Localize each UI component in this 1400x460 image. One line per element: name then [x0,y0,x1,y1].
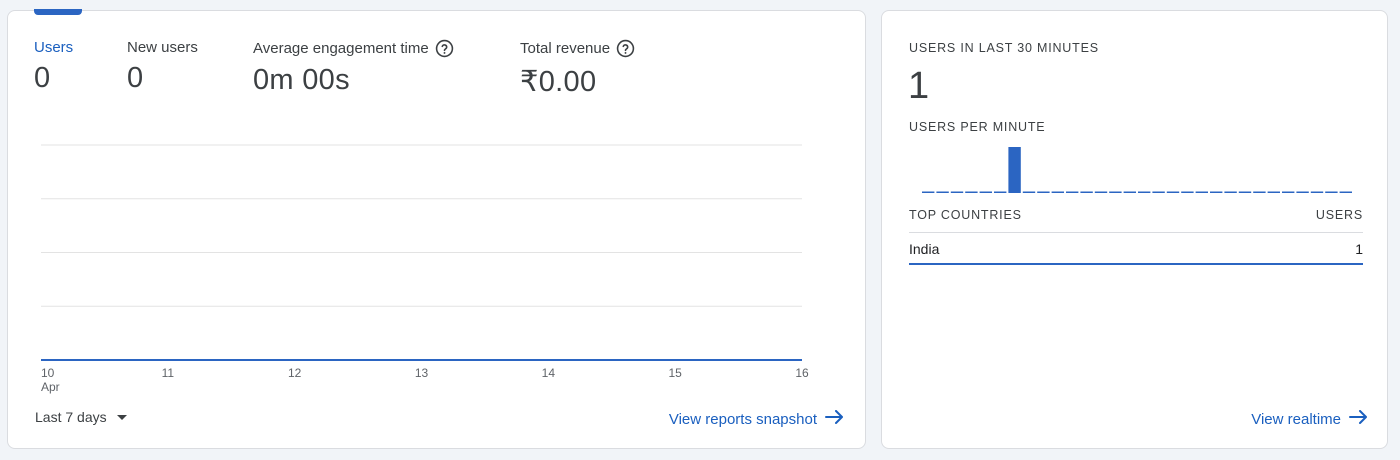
arrow-right-icon [1349,410,1369,428]
help-circle-icon[interactable] [435,39,454,58]
minute-bar[interactable] [1152,191,1165,194]
minute-bar[interactable] [1123,191,1136,194]
minute-bar[interactable] [1210,191,1223,194]
minute-bar[interactable] [936,191,949,194]
minute-bar[interactable] [1296,191,1309,194]
minute-bar[interactable] [994,191,1007,194]
minute-bar[interactable] [1051,191,1064,194]
minute-bar[interactable] [1282,191,1295,194]
metric-users-tab[interactable]: Users 0 [34,39,73,95]
x-tick-label: 16 [795,366,809,380]
minute-bar[interactable] [979,191,992,194]
minute-bar[interactable] [1310,191,1324,194]
minute-bar[interactable] [965,191,978,194]
minute-bar[interactable] [1339,191,1352,194]
x-tick-label: 13 [415,366,429,380]
arrow-right-icon [825,410,845,428]
users-per-minute-chart [922,147,1352,194]
divider [909,232,1363,233]
country-users: 1 [1355,241,1363,257]
view-realtime-link[interactable]: View realtime [1251,410,1369,428]
view-reports-snapshot-link[interactable]: View reports snapshot [669,410,845,428]
users-header: USERS [1315,208,1363,222]
users-per-minute-title: USERS PER MINUTE [909,120,1046,134]
overview-card: Users 0 New users 0 Average engagement t… [7,9,866,449]
minute-bar[interactable] [1181,191,1194,194]
x-tick-label: 10 [41,366,55,380]
x-tick-label: 14 [542,366,556,380]
minute-bar[interactable] [1253,191,1266,194]
metric-engagement-tab[interactable]: Average engagement time 0m 00s [253,39,454,97]
country-name: India [909,241,940,257]
date-range-selector[interactable]: Last 7 days [35,409,127,425]
top-countries-header: TOP COUNTRIES [909,208,1022,222]
minute-bar[interactable] [1094,191,1108,194]
minute-bar[interactable] [1037,191,1050,194]
realtime-title: USERS IN LAST 30 MINUTES [909,41,1099,55]
minute-bar[interactable] [1080,191,1093,194]
x-tick-label: 11 [162,366,175,380]
realtime-card: USERS IN LAST 30 MINUTES 1 USERS PER MIN… [881,10,1388,449]
minute-bar[interactable] [950,191,964,194]
minute-bar[interactable] [1195,191,1208,194]
minute-bar[interactable] [1267,191,1280,194]
caret-down-icon [116,414,127,420]
countries-table-header: TOP COUNTRIES USERS [909,208,1363,222]
metric-new-users-value: 0 [127,62,144,94]
metric-users-value: 0 [34,62,51,94]
x-month-label: Apr [41,380,60,394]
x-tick-label: 12 [288,366,302,380]
metric-revenue-value: ₹0.00 [520,66,597,98]
minute-bar[interactable] [1109,191,1122,194]
metric-new-users-tab[interactable]: New users 0 [127,39,198,95]
minute-bar[interactable] [1022,191,1036,194]
active-tab-indicator [34,9,82,15]
metric-revenue-tab[interactable]: Total revenue ₹0.00 [520,39,635,99]
help-circle-icon[interactable] [616,39,635,58]
minute-bar[interactable] [1066,191,1079,194]
users-line-chart: 10 11 12 13 14 15 16 Apr [41,144,809,394]
view-reports-snapshot-label: View reports snapshot [668,410,817,428]
metric-users-label: Users [34,39,74,56]
table-row[interactable]: India 1 [909,241,1363,265]
metric-new-users-label: New users [127,39,198,56]
metric-revenue-label: Total revenue [520,40,611,57]
minute-bar[interactable] [1325,191,1338,194]
minute-bar[interactable] [1238,191,1252,194]
metric-engagement-label: Average engagement time [253,40,429,57]
minute-bar[interactable] [1138,191,1151,194]
date-range-label: Last 7 days [35,409,107,425]
x-tick-label: 15 [668,366,682,380]
metric-engagement-value: 0m 00s [253,64,350,96]
minute-bar[interactable] [1166,191,1180,194]
minute-bar[interactable] [922,191,935,194]
realtime-users-value: 1 [908,65,930,107]
minute-bar[interactable] [1224,191,1237,194]
view-realtime-label: View realtime [1251,410,1341,428]
minute-bar[interactable] [1008,147,1021,193]
